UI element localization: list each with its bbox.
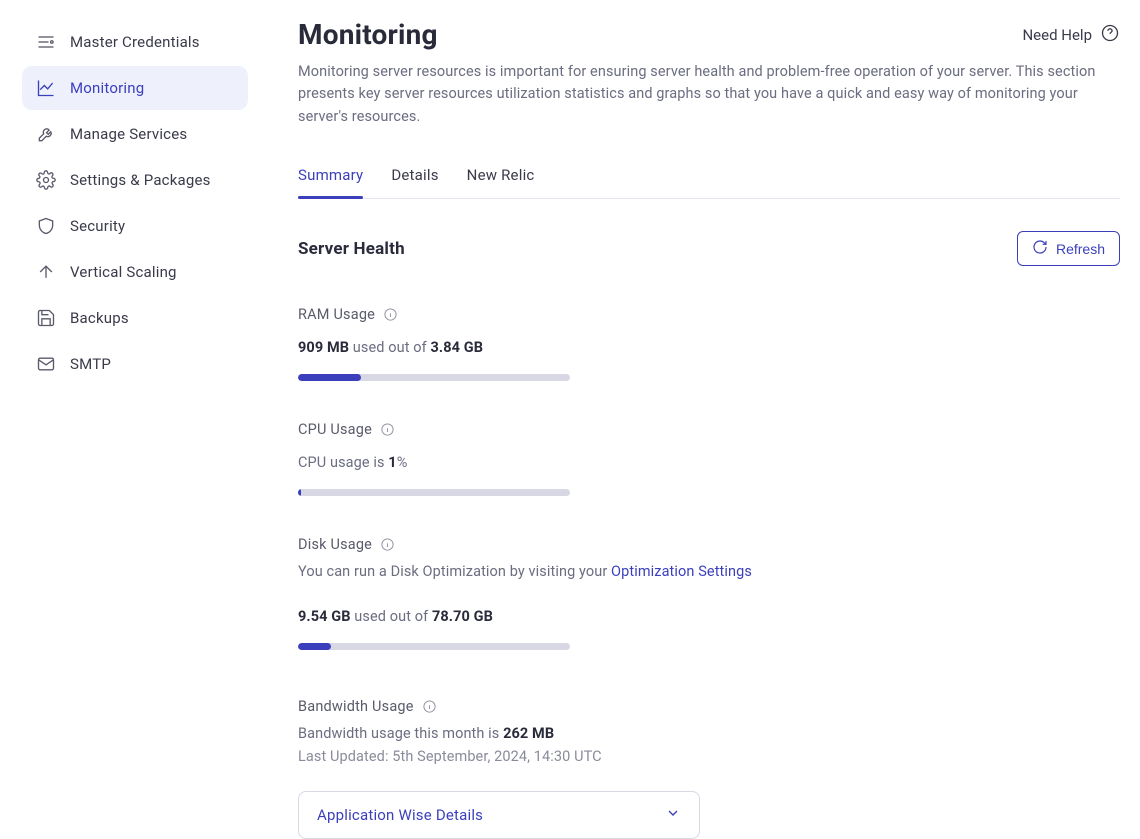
bandwidth-prefix: Bandwidth usage this month is [298,725,503,742]
help-icon [1100,23,1120,47]
cpu-value: 1 [388,454,396,471]
cpu-label: CPU Usage [298,421,372,438]
refresh-label: Refresh [1056,241,1105,257]
nav-settings-packages[interactable]: Settings & Packages [22,158,248,202]
disk-mid: used out of [351,608,432,625]
tab-details[interactable]: Details [391,156,438,198]
main-content: Monitoring Need Help Monitoring server r… [260,0,1140,839]
menu-icon [36,32,56,52]
nav-label: Settings & Packages [70,171,211,189]
disk-label: Disk Usage [298,536,372,553]
refresh-icon [1032,239,1048,258]
ram-usage-block: RAM Usage 909 MB used out of 3.84 GB [298,306,1120,381]
help-label: Need Help [1022,26,1092,44]
sidebar: Master Credentials Monitoring Manage Ser… [0,0,260,839]
ram-used: 909 MB [298,339,349,356]
ram-value-line: 909 MB used out of 3.84 GB [298,339,1120,356]
bandwidth-value: 262 MB [503,725,554,742]
info-icon[interactable] [422,699,437,714]
refresh-button[interactable]: Refresh [1017,231,1120,266]
ram-progress [298,374,570,381]
ram-total: 3.84 GB [430,339,483,356]
nav-label: Backups [70,309,129,327]
chevron-down-icon [665,805,681,825]
nav-label: Manage Services [70,125,187,143]
nav-monitoring[interactable]: Monitoring [22,66,248,110]
arrow-up-icon [36,262,56,282]
bandwidth-label: Bandwidth Usage [298,698,414,715]
cpu-usage-block: CPU Usage CPU usage is 1% [298,421,1120,496]
tab-new-relic[interactable]: New Relic [467,156,535,198]
optimization-settings-link[interactable]: Optimization Settings [611,563,752,580]
nav-label: Master Credentials [70,33,200,51]
wrench-icon [36,124,56,144]
tab-summary[interactable]: Summary [298,156,363,198]
page-title: Monitoring [298,18,438,51]
disk-progress [298,643,570,650]
cpu-prefix: CPU usage is [298,454,388,471]
save-icon [36,308,56,328]
tabs: Summary Details New Relic [298,156,1120,199]
disk-usage-block: Disk Usage You can run a Disk Optimizati… [298,536,1120,650]
nav-vertical-scaling[interactable]: Vertical Scaling [22,250,248,294]
nav-security[interactable]: Security [22,204,248,248]
cpu-progress [298,489,570,496]
disk-used: 9.54 GB [298,608,351,625]
nav-label: Monitoring [70,79,144,97]
cpu-progress-fill [298,489,301,496]
disk-hint: You can run a Disk Optimization by visit… [298,563,1120,580]
nav-smtp[interactable]: SMTP [22,342,248,386]
nav-manage-services[interactable]: Manage Services [22,112,248,156]
bandwidth-block: Bandwidth Usage Bandwidth usage this mon… [298,698,1120,839]
bandwidth-updated: Last Updated: 5th September, 2024, 14:30… [298,748,1120,765]
application-wise-select[interactable]: Application Wise Details [298,791,700,839]
nav-backups[interactable]: Backups [22,296,248,340]
nav-label: SMTP [70,355,111,373]
ram-progress-fill [298,374,361,381]
select-label: Application Wise Details [317,806,483,824]
ram-mid: used out of [349,339,430,356]
disk-total: 78.70 GB [432,608,493,625]
disk-hint-prefix: You can run a Disk Optimization by visit… [298,563,611,580]
ram-label: RAM Usage [298,306,375,323]
shield-icon [36,216,56,236]
page-description: Monitoring server resources is important… [298,61,1098,128]
server-health-title: Server Health [298,239,405,259]
disk-progress-fill [298,643,331,650]
info-icon[interactable] [380,422,395,437]
cpu-value-line: CPU usage is 1% [298,454,1120,471]
cpu-suffix: % [397,454,408,471]
bandwidth-usage-line: Bandwidth usage this month is 262 MB [298,725,1120,742]
need-help-link[interactable]: Need Help [1022,23,1120,47]
gear-icon [36,170,56,190]
nav-master-credentials[interactable]: Master Credentials [22,20,248,64]
info-icon[interactable] [383,307,398,322]
nav-label: Vertical Scaling [70,263,177,281]
mail-icon [36,354,56,374]
chart-icon [36,78,56,98]
nav-label: Security [70,217,125,235]
info-icon[interactable] [380,537,395,552]
disk-value-line: 9.54 GB used out of 78.70 GB [298,608,1120,625]
